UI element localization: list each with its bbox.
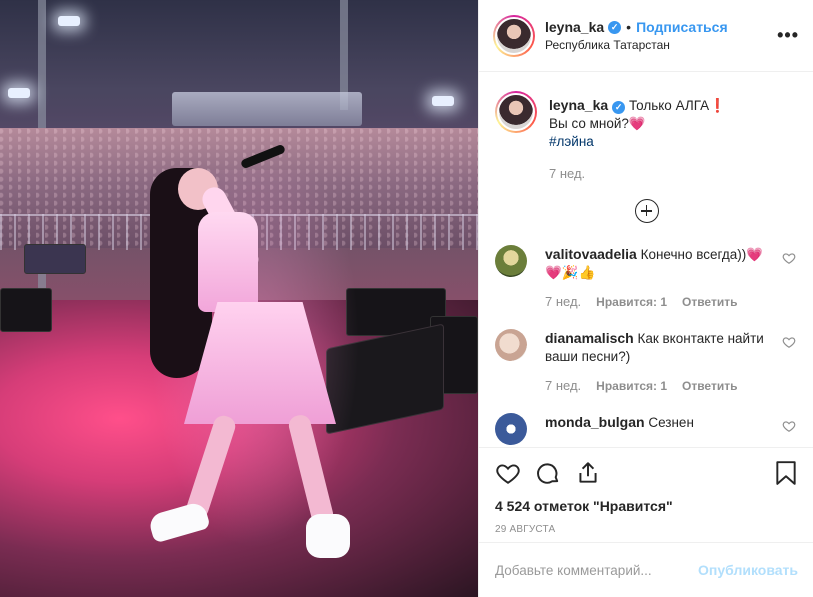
verified-badge-icon: ✓ bbox=[608, 20, 622, 34]
heart-outline-icon[interactable] bbox=[782, 251, 796, 265]
post-location[interactable]: Республика Татарстан bbox=[545, 38, 777, 52]
comment-item: dianamalisch Как вконтакте найти ваши пе… bbox=[495, 329, 798, 395]
commenter-username[interactable]: valitovaadelia bbox=[545, 246, 637, 262]
comment-text: Сезнен bbox=[648, 415, 694, 430]
heart-outline-icon[interactable] bbox=[782, 335, 796, 349]
reply-button[interactable]: Ответить bbox=[682, 377, 737, 395]
comment-time[interactable]: 7 нед. bbox=[545, 293, 581, 311]
post-photo[interactable] bbox=[0, 0, 478, 597]
share-upload-icon[interactable] bbox=[575, 460, 601, 486]
commenter-avatar[interactable] bbox=[495, 413, 527, 445]
caption-time[interactable]: 7 нед. bbox=[549, 165, 726, 183]
photo-stadium-stand bbox=[172, 92, 362, 126]
comment-time[interactable]: 7 нед. bbox=[545, 377, 581, 395]
caption-username[interactable]: leyna_ka bbox=[549, 97, 608, 113]
photo-speaker bbox=[0, 288, 52, 332]
caption-avatar[interactable] bbox=[495, 91, 537, 133]
load-more-comments[interactable] bbox=[495, 199, 798, 223]
more-options-icon[interactable]: ••• bbox=[777, 25, 799, 46]
post-actions: 4 524 отметок "Нравится" 29 августа bbox=[479, 447, 813, 535]
commenter-avatar[interactable] bbox=[495, 245, 527, 277]
add-comment-bar: Опубликовать bbox=[479, 542, 813, 597]
comment-likes[interactable]: Нравится: 1 bbox=[596, 293, 667, 311]
bookmark-save-icon[interactable] bbox=[774, 460, 798, 486]
author-avatar[interactable] bbox=[493, 14, 535, 57]
plus-circle-icon[interactable] bbox=[634, 199, 659, 223]
photo-equipment-case bbox=[24, 244, 86, 274]
commenter-avatar[interactable] bbox=[495, 329, 527, 361]
photo-stadium-light bbox=[58, 16, 80, 26]
comment-item: valitovaadelia Конечно всегда))💗💗🎉👍 7 не… bbox=[495, 245, 798, 311]
commenter-username[interactable]: monda_bulgan bbox=[545, 414, 645, 430]
comment-item: monda_bulgan Сезнен bbox=[495, 413, 798, 445]
follow-button[interactable]: Подписаться bbox=[636, 19, 728, 35]
comment-likes[interactable]: Нравится: 1 bbox=[596, 377, 667, 395]
caption-line-1: Только АЛГА❗️ bbox=[628, 98, 726, 113]
header-separator: • bbox=[626, 19, 632, 35]
photo-stadium-light bbox=[432, 96, 454, 106]
like-heart-icon[interactable] bbox=[495, 460, 521, 486]
caption-line-2: Вы со мной?💗 bbox=[549, 116, 646, 131]
photo-stadium-light bbox=[8, 88, 30, 98]
commenter-username[interactable]: dianamalisch bbox=[545, 330, 634, 346]
instagram-post: leyna_ka ✓ • Подписаться Республика Тата… bbox=[0, 0, 813, 597]
verified-badge-icon: ✓ bbox=[612, 101, 626, 114]
heart-outline-icon[interactable] bbox=[782, 419, 796, 433]
comment-input[interactable] bbox=[495, 562, 699, 578]
post-header: leyna_ka ✓ • Подписаться Республика Тата… bbox=[479, 0, 813, 72]
likes-count[interactable]: 4 524 отметок "Нравится" bbox=[495, 498, 798, 514]
caption-hashtag[interactable]: #лэйна bbox=[549, 133, 726, 151]
comment-bubble-icon[interactable] bbox=[535, 460, 561, 486]
post-date[interactable]: 29 августа bbox=[495, 524, 798, 535]
photo-sneaker bbox=[306, 514, 350, 558]
comments-list[interactable]: leyna_ka ✓ Только АЛГА❗️ Вы со мной?💗 #лэ… bbox=[479, 73, 813, 447]
reply-button[interactable]: Ответить bbox=[682, 293, 737, 311]
post-side-panel: leyna_ka ✓ • Подписаться Республика Тата… bbox=[478, 0, 813, 597]
author-username[interactable]: leyna_ka bbox=[545, 19, 604, 35]
author-info: leyna_ka ✓ • Подписаться Республика Тата… bbox=[545, 19, 777, 52]
photo-singer-dress bbox=[198, 212, 258, 312]
post-caption: leyna_ka ✓ Только АЛГА❗️ Вы со мной?💗 #лэ… bbox=[495, 91, 798, 183]
publish-button[interactable]: Опубликовать bbox=[698, 562, 798, 578]
